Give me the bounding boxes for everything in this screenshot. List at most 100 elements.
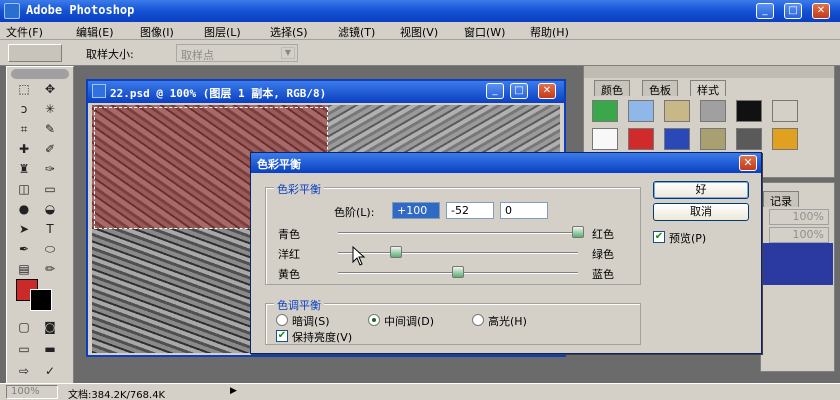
- shadows-radio[interactable]: [276, 314, 288, 326]
- document-close-button[interactable]: ✕: [538, 83, 556, 99]
- menu-layer[interactable]: 图层(L): [204, 24, 241, 40]
- tab-color[interactable]: 颜色: [594, 80, 630, 97]
- midtones-radio[interactable]: [368, 314, 380, 326]
- style-swatch[interactable]: [736, 128, 762, 150]
- preserve-luminosity-checkbox[interactable]: ✔: [276, 330, 288, 342]
- preserve-luminosity-label: 保持亮度(V): [292, 331, 353, 344]
- magenta-green-slider-thumb[interactable]: [389, 246, 402, 258]
- marquee-tool-icon[interactable]: ⬚: [13, 79, 35, 99]
- type-tool-icon[interactable]: T: [39, 219, 61, 239]
- tab-swatches[interactable]: 色板: [642, 80, 678, 97]
- minimize-button[interactable]: _: [756, 3, 774, 19]
- menu-filter[interactable]: 滤镜(T): [338, 24, 375, 40]
- preview-label: 预览(P): [669, 232, 707, 245]
- quickmask-mode-icon[interactable]: ◙: [39, 317, 61, 337]
- gradient-tool-icon[interactable]: ▭: [39, 179, 61, 199]
- style-swatch[interactable]: [592, 128, 618, 150]
- maximize-button[interactable]: □: [784, 3, 802, 19]
- menu-image[interactable]: 图像(I): [140, 24, 174, 40]
- menu-help[interactable]: 帮助(H): [530, 24, 569, 40]
- menu-select[interactable]: 选择(S): [270, 24, 308, 40]
- menu-window[interactable]: 窗口(W): [464, 24, 505, 40]
- magic-wand-tool-icon[interactable]: ✳: [39, 99, 61, 119]
- app-title-bar: Adobe Photoshop _ □ ✕: [0, 0, 840, 22]
- status-menu-arrow-icon[interactable]: ▶: [230, 386, 237, 396]
- jump-icon[interactable]: ✓: [39, 361, 61, 381]
- magenta-green-track[interactable]: [338, 252, 578, 254]
- imageready-icon[interactable]: ⇨: [13, 361, 35, 381]
- style-swatch[interactable]: [700, 100, 726, 122]
- document-minimize-button[interactable]: _: [486, 83, 504, 99]
- levels-label: 色阶(L):: [334, 206, 375, 219]
- dodge-tool-icon[interactable]: ◒: [39, 199, 61, 219]
- document-title-bar[interactable]: 22.psd @ 100% (图层 1 副本, RGB/8) _ □ ✕: [88, 81, 564, 103]
- style-swatch[interactable]: [664, 128, 690, 150]
- tab-history[interactable]: 记录: [763, 191, 799, 208]
- move-tool-icon[interactable]: ✥: [39, 79, 61, 99]
- dialog-close-button[interactable]: ✕: [739, 155, 757, 171]
- history-brush-icon[interactable]: ✑: [39, 159, 61, 179]
- midtones-label: 中间调(D): [384, 315, 435, 328]
- ok-button[interactable]: 好: [653, 181, 749, 199]
- level-yellow-blue-input[interactable]: 0: [500, 202, 548, 219]
- style-swatch[interactable]: [772, 100, 798, 122]
- cyan-red-track[interactable]: [338, 232, 578, 234]
- style-swatch[interactable]: [664, 100, 690, 122]
- slice-tool-icon[interactable]: ✎: [39, 119, 61, 139]
- preview-checkbox[interactable]: ✔: [653, 231, 665, 243]
- close-button[interactable]: ✕: [812, 3, 830, 19]
- mouse-pointer-icon: [352, 246, 366, 266]
- path-select-icon[interactable]: ➤: [13, 219, 35, 239]
- menu-view[interactable]: 视图(V): [400, 24, 438, 40]
- sample-size-label: 取样大小:: [86, 48, 134, 61]
- panel-drag-strip[interactable]: [584, 66, 834, 78]
- fill-field[interactable]: 100%: [769, 227, 829, 243]
- history-panel: 记录 100% 100%: [760, 182, 835, 372]
- eraser-tool-icon[interactable]: ◫: [13, 179, 35, 199]
- document-icon: [92, 84, 106, 98]
- opacity-field[interactable]: 100%: [769, 209, 829, 225]
- menu-edit[interactable]: 编辑(E): [76, 24, 114, 40]
- shape-tool-icon[interactable]: ⬭: [39, 239, 61, 259]
- blur-tool-icon[interactable]: ●: [13, 199, 35, 219]
- photoshop-logo-icon: [4, 3, 20, 19]
- style-swatch[interactable]: [628, 128, 654, 150]
- eyedropper-preset-icon[interactable]: [8, 44, 62, 62]
- dialog-title: 色彩平衡: [257, 158, 301, 171]
- selected-layer-row[interactable]: [763, 243, 833, 285]
- screen-mode-icon[interactable]: ▭: [13, 339, 35, 359]
- style-swatch[interactable]: [628, 100, 654, 122]
- dialog-title-bar[interactable]: 色彩平衡 ✕: [251, 153, 761, 173]
- sample-size-select[interactable]: 取样点 ▼: [176, 44, 298, 62]
- style-swatch[interactable]: [736, 100, 762, 122]
- slider-label-blue: 蓝色: [592, 268, 614, 281]
- stamp-tool-icon[interactable]: ♜: [13, 159, 35, 179]
- level-magenta-green-input[interactable]: -52: [446, 202, 494, 219]
- pen-tool-icon[interactable]: ✒: [13, 239, 35, 259]
- highlights-radio[interactable]: [472, 314, 484, 326]
- eyedropper-tool-icon[interactable]: ✏: [39, 259, 61, 279]
- menu-bar: 文件(F) 编辑(E) 图像(I) 图层(L) 选择(S) 滤镜(T) 视图(V…: [0, 22, 840, 40]
- status-bar: 100% 文档:384.2K/768.4K ▶: [0, 383, 840, 400]
- tone-balance-group-title: 色调平衡: [274, 297, 324, 313]
- shadows-label: 暗调(S): [292, 315, 330, 328]
- style-swatch[interactable]: [700, 128, 726, 150]
- zoom-field[interactable]: 100%: [6, 385, 58, 399]
- crop-tool-icon[interactable]: ⌗: [13, 119, 35, 139]
- cancel-button[interactable]: 取消: [653, 203, 749, 221]
- cyan-red-slider-thumb[interactable]: [572, 226, 584, 238]
- level-cyan-red-input[interactable]: +100: [392, 202, 440, 219]
- standard-mode-icon[interactable]: ▢: [13, 317, 35, 337]
- document-maximize-button[interactable]: □: [510, 83, 528, 99]
- tab-styles[interactable]: 样式: [690, 80, 726, 97]
- brush-tool-icon[interactable]: ✐: [39, 139, 61, 159]
- lasso-tool-icon[interactable]: ↄ: [13, 99, 35, 119]
- style-swatch[interactable]: [772, 128, 798, 150]
- menu-file[interactable]: 文件(F): [6, 24, 43, 40]
- style-swatch[interactable]: [592, 100, 618, 122]
- healing-brush-icon[interactable]: ✚: [13, 139, 35, 159]
- background-color-swatch[interactable]: [30, 289, 52, 311]
- yellow-blue-slider-thumb[interactable]: [452, 266, 464, 278]
- notes-tool-icon[interactable]: ▤: [13, 259, 35, 279]
- fullscreen-mode-icon[interactable]: ▬: [39, 339, 61, 359]
